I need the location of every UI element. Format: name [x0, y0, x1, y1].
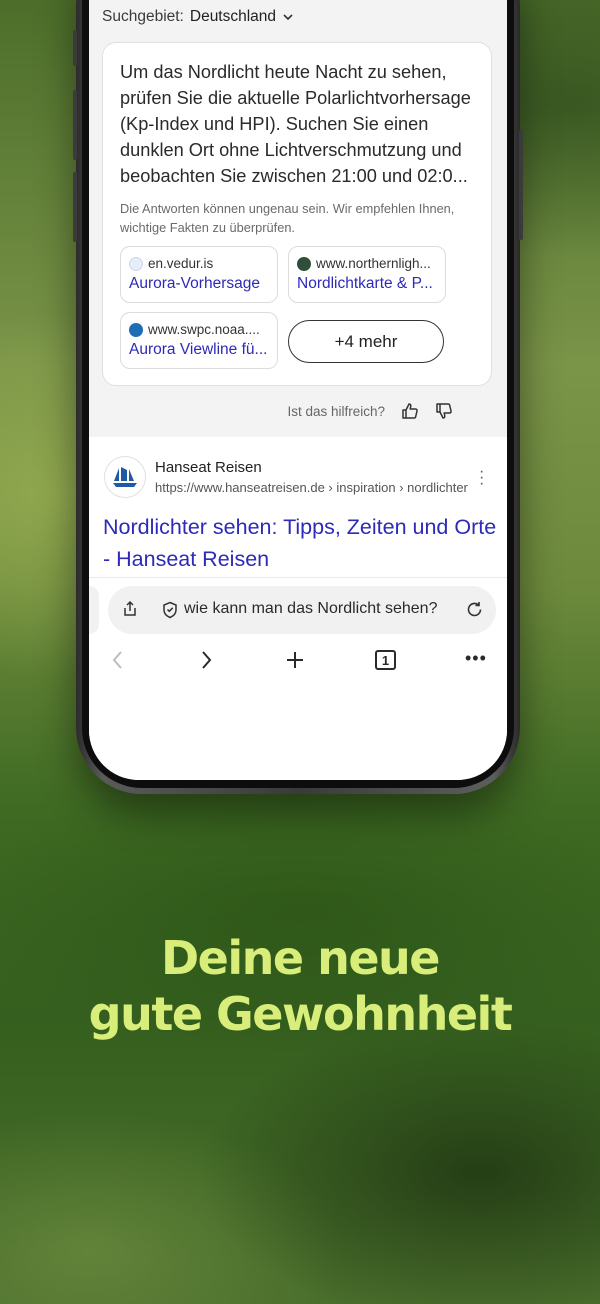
helpful-label: Ist das hilfreich?	[287, 403, 385, 419]
new-tab-icon[interactable]	[285, 650, 305, 670]
site-logo[interactable]	[104, 456, 146, 498]
region-value: Deutschland	[189, 8, 277, 25]
source-title: Nordlichtkarte & P...	[297, 275, 433, 292]
more-sources-button[interactable]: +4 mehr	[288, 320, 444, 363]
result-menu-icon[interactable]: · · ·	[479, 464, 484, 492]
tab-count-button[interactable]: 1	[375, 650, 396, 670]
phone-side-button	[73, 30, 77, 66]
source-card[interactable]: www.swpc.noaa.... Aurora Viewline fü...	[120, 312, 278, 369]
thumbs-down-icon[interactable]	[435, 402, 453, 420]
vedur-favicon-icon	[129, 256, 143, 271]
store-screenshot: { "tabs": [ {"name": "web", "icon": "glo…	[0, 0, 600, 1304]
noaa-favicon-icon	[129, 322, 143, 337]
ai-answer-section: Suchgebiet: Deutschland Um das Nordlicht…	[89, 0, 507, 437]
forward-icon[interactable]	[199, 650, 213, 670]
phone-power-button	[519, 130, 523, 240]
source-host: en.vedur.is	[148, 256, 214, 271]
shield-icon[interactable]	[162, 601, 178, 619]
source-card[interactable]: en.vedur.is Aurora-Vorhersage	[120, 246, 278, 303]
previous-tab-edge	[89, 586, 99, 634]
region-selector[interactable]: Suchgebiet: Deutschland	[102, 8, 294, 26]
source-host: www.northernligh...	[316, 256, 431, 271]
phone-volume-up	[73, 90, 77, 160]
answer-disclaimer: Die Antworten können ungenau sein. Wir e…	[120, 201, 455, 235]
menu-icon[interactable]: •••	[465, 648, 487, 669]
source-host: www.swpc.noaa....	[148, 322, 260, 337]
site-name: Hanseat Reisen	[155, 459, 262, 476]
promo-headline: Deine neue gute Gewohnheit	[0, 930, 600, 1042]
feedback-row: Ist das hilfreich?	[89, 402, 479, 420]
thumbs-up-icon[interactable]	[401, 402, 419, 420]
source-card[interactable]: www.northernligh... Nordlichtkarte & P..…	[288, 246, 446, 303]
source-title: Aurora-Vorhersage	[129, 275, 260, 292]
search-result: Hanseat Reisen https://www.hanseatreisen…	[89, 437, 507, 577]
headline-line-1: Deine neue	[160, 931, 441, 985]
region-label: Suchgebiet:	[102, 8, 184, 25]
browser-screen: ••• Suchgebiet: Deutschland Um das Nordl…	[89, 0, 507, 780]
phone-frame: ••• Suchgebiet: Deutschland Um das Nordl…	[73, 0, 523, 794]
northernlights-favicon-icon	[297, 256, 311, 271]
chevron-down-icon	[283, 14, 293, 21]
answer-text: Um das Nordlicht heute Nacht zu sehen, p…	[120, 62, 471, 186]
back-icon[interactable]	[111, 650, 125, 670]
headline-line-2: gute Gewohnheit	[88, 987, 513, 1041]
result-title-link[interactable]: Nordlichter sehen: Tipps, Zeiten und Ort…	[103, 511, 498, 575]
navigation-bar: 1 •••	[89, 648, 507, 678]
address-query: wie kann man das Nordlicht sehen?	[184, 600, 438, 617]
share-icon[interactable]	[122, 600, 138, 618]
reload-icon[interactable]	[466, 601, 483, 618]
browser-toolbar: wie kann man das Nordlicht sehen? 1 •••	[89, 577, 507, 780]
site-url: https://www.hanseatreisen.de › inspirati…	[155, 480, 468, 495]
phone-volume-down	[73, 172, 77, 242]
sailing-ship-icon	[113, 467, 137, 487]
source-title: Aurora Viewline fü...	[129, 341, 268, 358]
ai-answer-card: Um das Nordlicht heute Nacht zu sehen, p…	[102, 42, 492, 386]
address-bar[interactable]: wie kann man das Nordlicht sehen?	[108, 586, 496, 634]
